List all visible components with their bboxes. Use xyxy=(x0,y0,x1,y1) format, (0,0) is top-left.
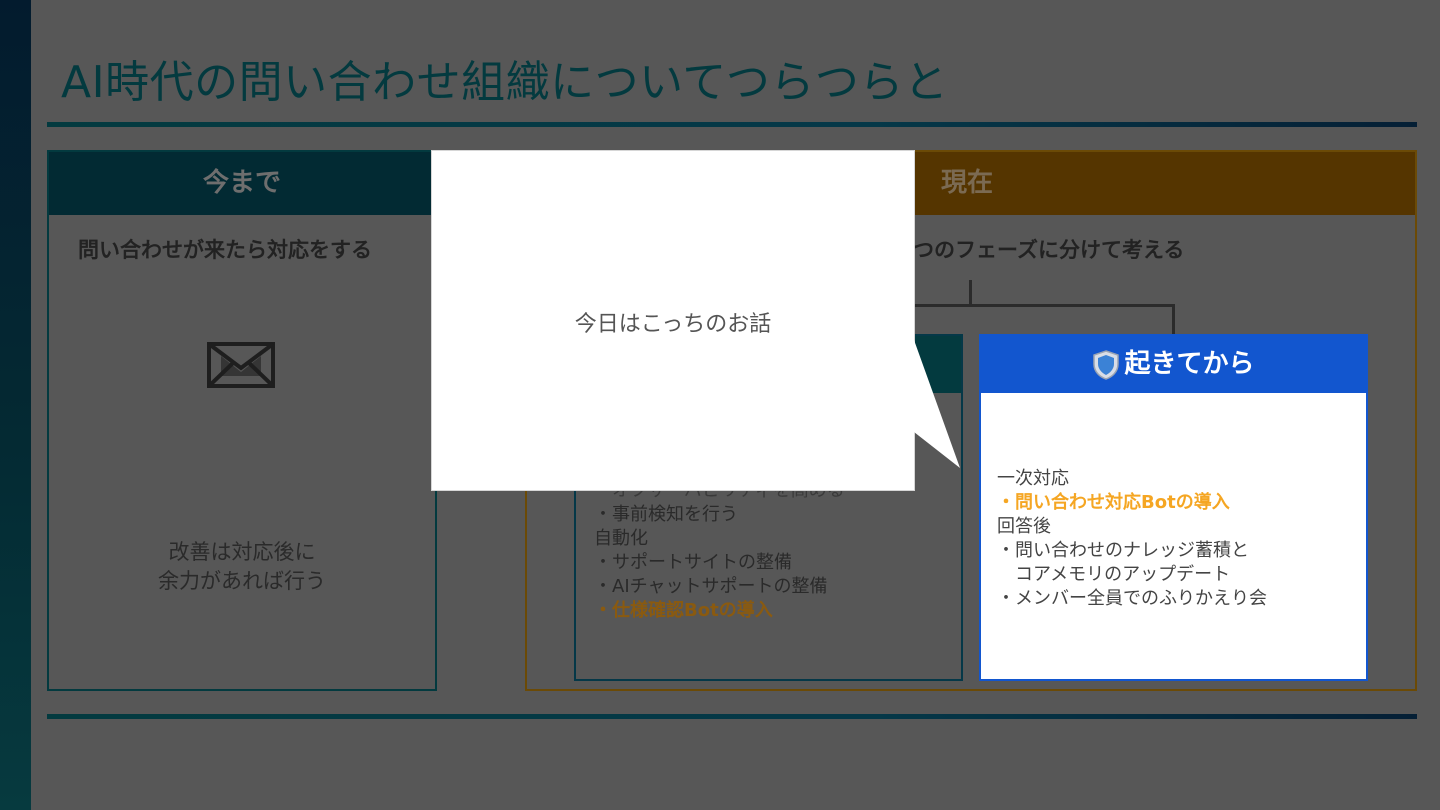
callout-tail xyxy=(914,340,960,468)
before-item: ・事前検知を行う xyxy=(594,504,738,525)
left-accent-bar xyxy=(0,0,31,810)
shield-icon xyxy=(1093,349,1120,380)
tree-connector xyxy=(1172,304,1175,335)
bottom-divider xyxy=(47,714,1417,719)
past-note: 改善は対応後に 余力があれば行う xyxy=(49,538,435,596)
envelope-icon xyxy=(207,342,275,388)
before-phase-body: ・オブザーバビリティを高める ・事前検知を行う 自動化 ・サポートサイトの整備 … xyxy=(594,479,845,623)
past-note-line: 余力があれば行う xyxy=(158,569,326,593)
tree-connector xyxy=(915,304,1175,307)
after-phase-card: 起きてから 一次対応 ・問い合わせ対応Botの導入 回答後 ・問い合わせのナレッ… xyxy=(979,334,1368,681)
first-response-highlight: ・問い合わせ対応Botの導入 xyxy=(997,492,1230,513)
post-answer-item: ・問い合わせのナレッジ蓄積と xyxy=(997,540,1249,561)
past-panel: 今まで 問い合わせが来たら対応をする 改善は対応後に 余力があれば行う xyxy=(47,150,437,691)
slide-title: AI時代の問い合わせ組織についてつらつらと xyxy=(61,57,949,108)
post-answer-item: ・メンバー全員でのふりかえり会 xyxy=(997,588,1267,609)
automation-item: ・AIチャットサポートの整備 xyxy=(594,576,828,597)
now-subtitle: つのフェーズに分けて考える xyxy=(913,238,1185,262)
after-phase-title: 起きてから xyxy=(1124,349,1255,379)
after-phase-header: 起きてから xyxy=(981,336,1366,393)
automation-item: ・サポートサイトの整備 xyxy=(594,552,792,573)
automation-heading: 自動化 xyxy=(594,528,648,549)
post-answer-heading: 回答後 xyxy=(997,516,1051,537)
past-panel-header: 今まで xyxy=(49,152,435,215)
callout-bubble: 今日はこっちのお話 xyxy=(431,150,915,491)
callout-text: 今日はこっちのお話 xyxy=(574,312,772,337)
tree-connector xyxy=(969,280,972,307)
past-subtitle: 問い合わせが来たら対応をする xyxy=(78,238,372,262)
past-note-line: 改善は対応後に xyxy=(168,540,316,564)
top-divider xyxy=(47,122,1417,127)
post-answer-item: コアメモリのアップデート xyxy=(997,564,1231,585)
before-highlight-item: ・仕様確認Botの導入 xyxy=(594,600,773,621)
first-response-heading: 一次対応 xyxy=(997,468,1069,489)
after-phase-body: 一次対応 ・問い合わせ対応Botの導入 回答後 ・問い合わせのナレッジ蓄積と コ… xyxy=(997,467,1267,611)
